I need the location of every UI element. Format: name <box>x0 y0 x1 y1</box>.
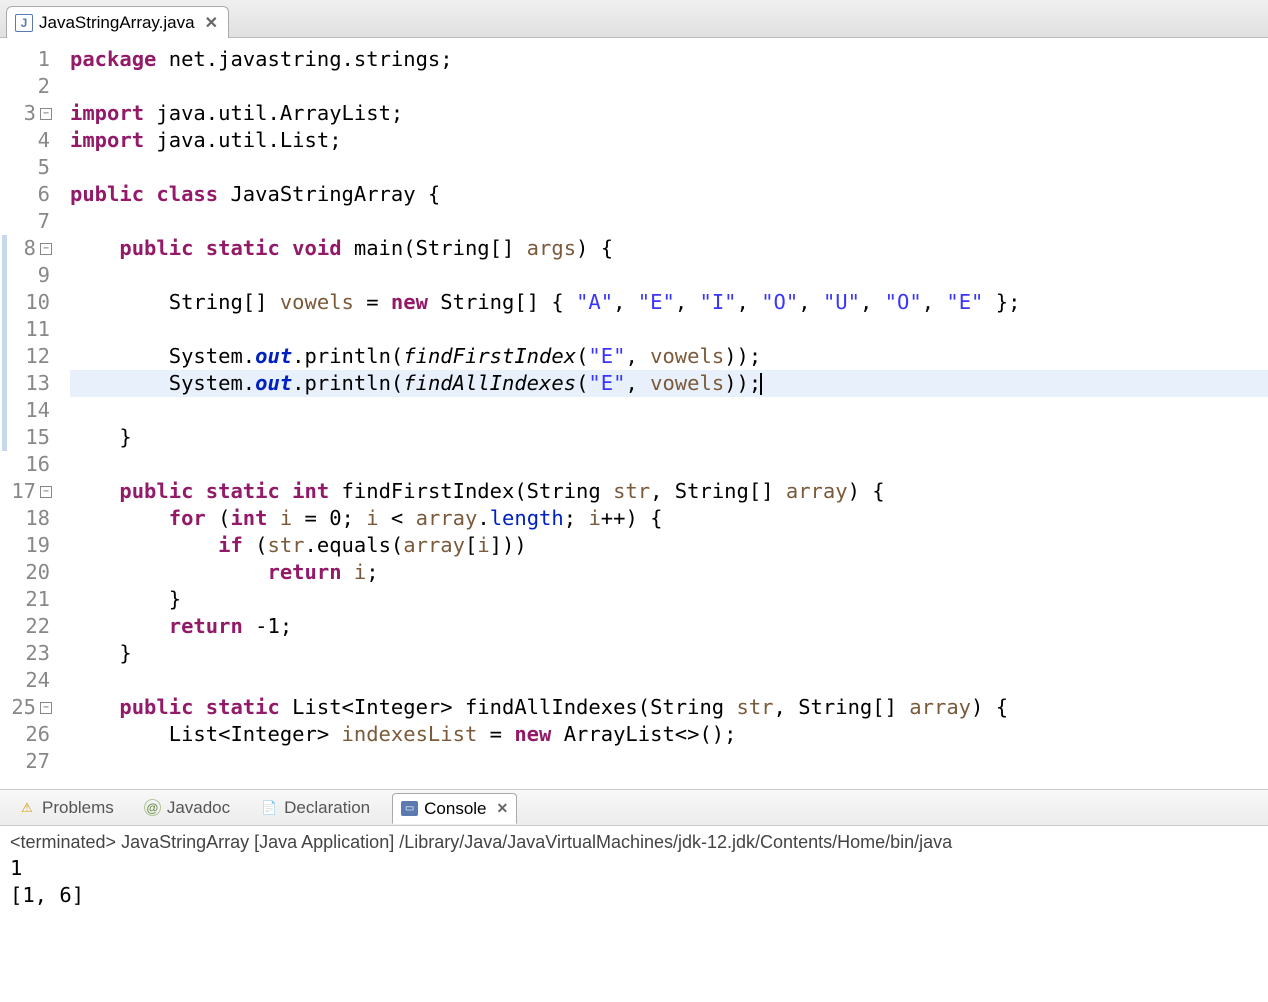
line-number: 27 <box>0 748 50 775</box>
code-line[interactable]: } <box>70 586 1268 613</box>
line-number: 20 <box>0 559 50 586</box>
line-number: 16 <box>0 451 50 478</box>
line-number: 26 <box>0 721 50 748</box>
code-line[interactable]: public static int findFirstIndex(String … <box>70 478 1268 505</box>
tab-declaration-label: Declaration <box>284 798 370 818</box>
code-line[interactable]: return i; <box>70 559 1268 586</box>
line-number: 6 <box>0 181 50 208</box>
fold-toggle-icon[interactable]: − <box>40 108 52 120</box>
line-number: 25− <box>0 694 50 721</box>
code-line[interactable]: String[] vowels = new String[] { "A", "E… <box>70 289 1268 316</box>
line-number: 17− <box>0 478 50 505</box>
code-line[interactable]: public static void main(String[] args) { <box>70 235 1268 262</box>
line-number: 2 <box>0 73 50 100</box>
problems-icon: ⚠ <box>18 799 36 817</box>
tab-console-label: Console <box>424 799 486 819</box>
editor-tab[interactable]: J JavaStringArray.java ✕ <box>6 6 229 38</box>
line-number: 9 <box>0 262 50 289</box>
code-line[interactable] <box>70 667 1268 694</box>
line-number: 22 <box>0 613 50 640</box>
line-number: 15 <box>0 424 50 451</box>
code-line[interactable]: for (int i = 0; i < array.length; i++) { <box>70 505 1268 532</box>
code-line[interactable]: public static List<Integer> findAllIndex… <box>70 694 1268 721</box>
code-line[interactable] <box>70 748 1268 775</box>
javadoc-icon: @ <box>144 799 161 816</box>
fold-toggle-icon[interactable]: − <box>40 243 52 255</box>
line-number: 12 <box>0 343 50 370</box>
tab-problems-label: Problems <box>42 798 114 818</box>
fold-toggle-icon[interactable]: − <box>40 702 52 714</box>
code-line[interactable] <box>70 208 1268 235</box>
code-line[interactable]: return -1; <box>70 613 1268 640</box>
text-cursor <box>760 373 762 395</box>
line-number: 8− <box>0 235 50 262</box>
code-line[interactable]: System.out.println(findAllIndexes("E", v… <box>70 370 1268 397</box>
code-line[interactable]: } <box>70 640 1268 667</box>
tab-console[interactable]: ▭ Console ✕ <box>392 793 517 824</box>
panel-tab-bar: ⚠ Problems @ Javadoc 📄 Declaration ▭ Con… <box>0 790 1268 826</box>
line-number: 24 <box>0 667 50 694</box>
tab-filename: JavaStringArray.java <box>39 13 195 33</box>
bottom-panel: ⚠ Problems @ Javadoc 📄 Declaration ▭ Con… <box>0 790 1268 1002</box>
line-number: 21 <box>0 586 50 613</box>
line-number: 10 <box>0 289 50 316</box>
close-icon[interactable]: ✕ <box>205 13 218 33</box>
code-line[interactable]: System.out.println(findFirstIndex("E", v… <box>70 343 1268 370</box>
line-gutter: 123−45678−91011121314151617−181920212223… <box>0 46 58 789</box>
code-line[interactable] <box>70 262 1268 289</box>
tab-javadoc[interactable]: @ Javadoc <box>136 794 238 822</box>
tab-javadoc-label: Javadoc <box>167 798 230 818</box>
code-line[interactable] <box>70 154 1268 181</box>
code-line[interactable] <box>70 316 1268 343</box>
console-status: <terminated> JavaStringArray [Java Appli… <box>0 826 1268 855</box>
editor-tab-bar: J JavaStringArray.java ✕ <box>0 0 1268 38</box>
line-number: 5 <box>0 154 50 181</box>
line-number: 23 <box>0 640 50 667</box>
tab-problems[interactable]: ⚠ Problems <box>10 794 122 822</box>
code-line[interactable] <box>70 451 1268 478</box>
java-file-icon: J <box>15 14 33 32</box>
code-line[interactable]: import java.util.ArrayList; <box>70 100 1268 127</box>
code-line[interactable]: import java.util.List; <box>70 127 1268 154</box>
line-number: 7 <box>0 208 50 235</box>
code-line[interactable]: List<Integer> indexesList = new ArrayLis… <box>70 721 1268 748</box>
line-number: 14 <box>0 397 50 424</box>
code-lines[interactable]: package net.javastring.strings; import ja… <box>58 46 1268 789</box>
code-line[interactable]: if (str.equals(array[i])) <box>70 532 1268 559</box>
code-line[interactable]: public class JavaStringArray { <box>70 181 1268 208</box>
line-number: 11 <box>0 316 50 343</box>
tab-declaration[interactable]: 📄 Declaration <box>252 794 378 822</box>
console-output[interactable]: 1 [1, 6] <box>0 855 1268 909</box>
console-icon: ▭ <box>401 801 418 816</box>
code-line[interactable] <box>70 73 1268 100</box>
line-number: 13 <box>0 370 50 397</box>
code-line[interactable]: } <box>70 424 1268 451</box>
fold-toggle-icon[interactable]: − <box>40 486 52 498</box>
line-number: 1 <box>0 46 50 73</box>
editor-pane: J JavaStringArray.java ✕ 123−45678−91011… <box>0 0 1268 790</box>
code-area[interactable]: 123−45678−91011121314151617−181920212223… <box>0 38 1268 789</box>
line-number: 19 <box>0 532 50 559</box>
declaration-icon: 📄 <box>260 799 278 817</box>
line-number: 18 <box>0 505 50 532</box>
code-line[interactable] <box>70 397 1268 424</box>
line-number: 4 <box>0 127 50 154</box>
code-line[interactable]: package net.javastring.strings; <box>70 46 1268 73</box>
close-icon[interactable]: ✕ <box>497 800 509 817</box>
line-number: 3− <box>0 100 50 127</box>
